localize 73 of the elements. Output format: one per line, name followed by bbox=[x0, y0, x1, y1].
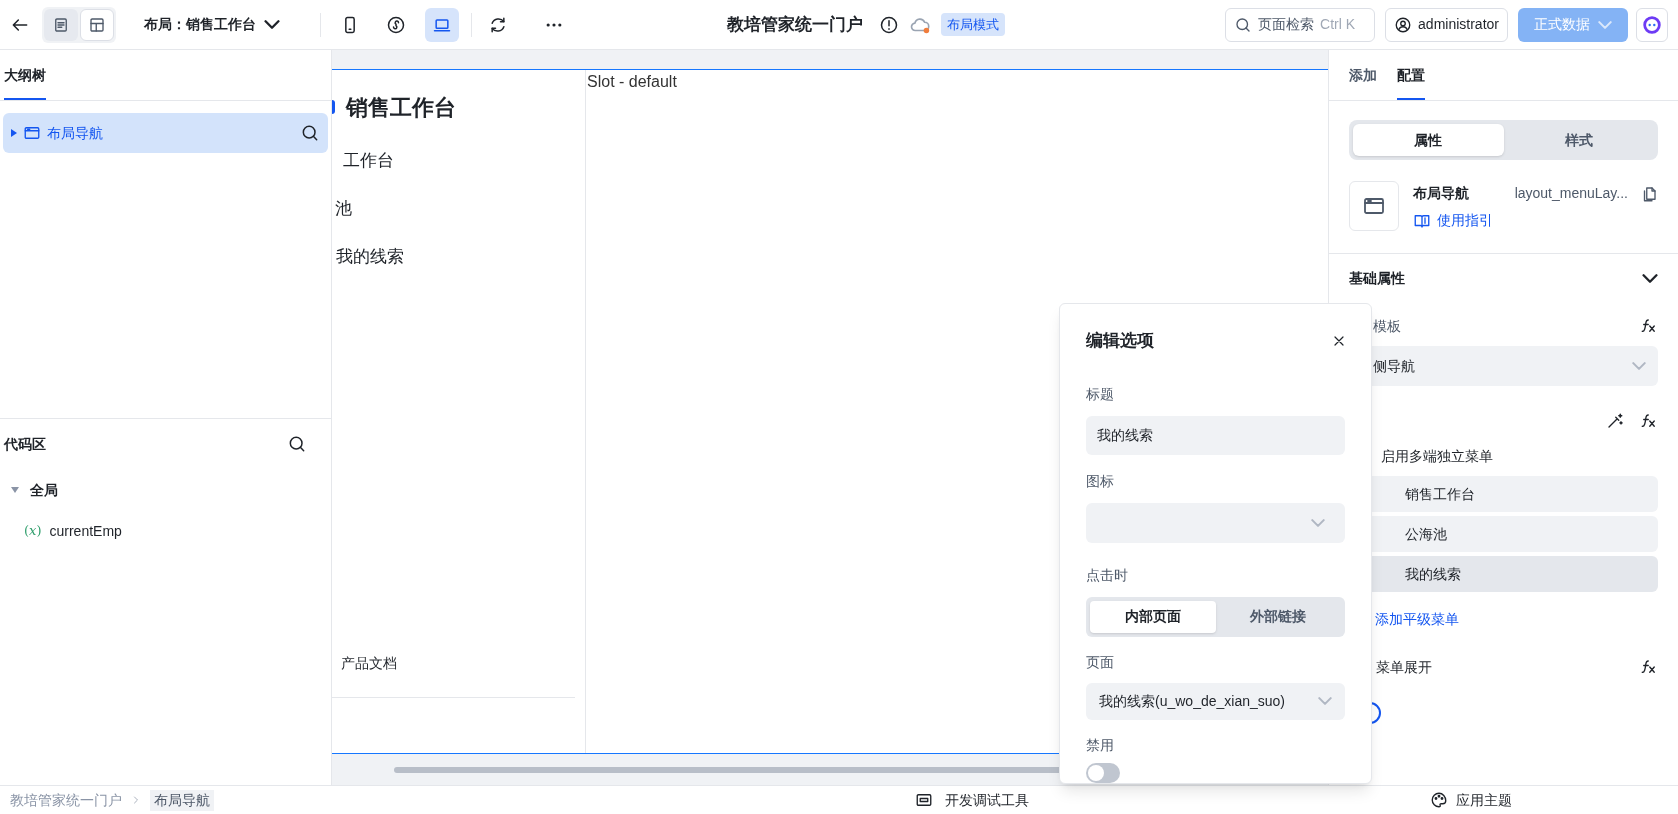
toggle-switch[interactable] bbox=[1086, 763, 1120, 783]
layout-icon bbox=[88, 15, 106, 34]
caret-icon[interactable] bbox=[11, 487, 19, 493]
document-icon bbox=[52, 15, 70, 34]
panel-tab[interactable]: 配置 bbox=[1397, 65, 1425, 100]
search-placeholder: 页面检索 bbox=[1258, 15, 1315, 34]
app-title: 教培管家统一门户 bbox=[727, 13, 863, 36]
window-icon bbox=[23, 124, 41, 142]
nav-item[interactable]: 我的线索 bbox=[332, 245, 585, 269]
code-section-title: 代码区 bbox=[4, 434, 46, 454]
tree-item[interactable]: 全局 bbox=[4, 469, 327, 511]
component-name: 布局导航 bbox=[1413, 184, 1469, 203]
palette-icon bbox=[1430, 791, 1448, 809]
chevron-down-icon bbox=[1311, 519, 1325, 528]
caret-icon[interactable] bbox=[11, 129, 17, 137]
field-label: 页面 bbox=[1086, 652, 1115, 672]
nav-title: 销售工作台 bbox=[346, 93, 456, 122]
robot-icon bbox=[1641, 13, 1663, 36]
panel-tab[interactable]: 添加 bbox=[1349, 65, 1377, 100]
mode-badge: 布局模式 bbox=[941, 12, 1005, 37]
field-label: 点击时 bbox=[1086, 565, 1129, 585]
magic-wand-icon[interactable] bbox=[1606, 412, 1624, 430]
section-title: 基础属性 bbox=[1349, 268, 1405, 288]
add-menu-link[interactable]: 添加平级菜单 bbox=[1375, 609, 1459, 630]
nav-item[interactable]: 产品文档 bbox=[341, 655, 397, 671]
info-icon[interactable] bbox=[879, 14, 899, 35]
dialog-title: 编辑选项 bbox=[1086, 329, 1154, 352]
function-icon[interactable] bbox=[1640, 412, 1658, 430]
checkbox-label: 启用多端独立菜单 bbox=[1381, 446, 1493, 466]
title-input[interactable]: 我的线索 bbox=[1086, 416, 1345, 456]
assistant-button[interactable] bbox=[1636, 7, 1668, 42]
laptop-view-button[interactable] bbox=[425, 7, 459, 42]
field-label: 模板 bbox=[1373, 316, 1401, 336]
nav-item[interactable]: 工作台 bbox=[332, 149, 585, 173]
field-label: 菜单展开 bbox=[1376, 657, 1432, 677]
screen-icon bbox=[915, 791, 933, 809]
dev-tools-button[interactable]: 开发调试工具 bbox=[915, 789, 1029, 811]
component-id: layout_menuLay... bbox=[1514, 184, 1628, 203]
chevron-down-icon bbox=[1318, 697, 1332, 706]
breadcrumb-item[interactable]: 布局导航 bbox=[150, 789, 214, 811]
mini-program-icon bbox=[386, 14, 406, 35]
outline-view-button[interactable] bbox=[44, 8, 78, 41]
nav-item[interactable]: 池 bbox=[332, 197, 585, 221]
field-label: 禁用 bbox=[1086, 736, 1115, 755]
function-icon[interactable] bbox=[1640, 317, 1658, 335]
variable-icon: (𝑥) bbox=[24, 521, 42, 541]
chevron-down-icon bbox=[264, 20, 280, 29]
tree-item[interactable]: 布局导航 bbox=[3, 113, 328, 153]
user-icon bbox=[1394, 15, 1413, 34]
segment-tab[interactable]: 属性 bbox=[1353, 124, 1504, 156]
outline-tab[interactable]: 大纲树 bbox=[4, 65, 46, 100]
field-label: 图标 bbox=[1086, 472, 1115, 492]
user-button[interactable]: administrator bbox=[1385, 7, 1508, 42]
layout-view-button[interactable] bbox=[80, 8, 114, 41]
chevron-down-icon bbox=[1632, 362, 1646, 370]
chevron-down-icon[interactable] bbox=[1642, 273, 1658, 283]
shortcut-hint: Ctrl K bbox=[1320, 15, 1356, 34]
variable-name[interactable]: currentEmp bbox=[49, 520, 122, 542]
page-select[interactable]: 我的线索(u_wo_de_xian_suo) bbox=[1086, 682, 1345, 720]
search-icon[interactable] bbox=[300, 123, 320, 143]
function-icon[interactable] bbox=[1640, 658, 1658, 676]
search-field[interactable]: 页面检索 Ctrl K bbox=[1225, 7, 1376, 42]
nav-logo-icon bbox=[332, 100, 335, 114]
segment-tab[interactable]: 外部链接 bbox=[1215, 600, 1341, 633]
chevron-down-icon bbox=[1598, 20, 1612, 29]
layout-selector[interactable]: 布局：销售工作台 bbox=[144, 14, 280, 35]
guide-link[interactable]: 使用指引 bbox=[1413, 210, 1658, 231]
search-icon[interactable] bbox=[287, 434, 307, 454]
theme-button[interactable]: 应用主题 bbox=[1430, 789, 1512, 811]
segment-tab[interactable]: 内部页面 bbox=[1090, 600, 1216, 633]
segment-tab[interactable]: 样式 bbox=[1503, 124, 1654, 156]
slot-label: Slot - default bbox=[587, 73, 677, 90]
field-label: 标题 bbox=[1086, 385, 1115, 404]
